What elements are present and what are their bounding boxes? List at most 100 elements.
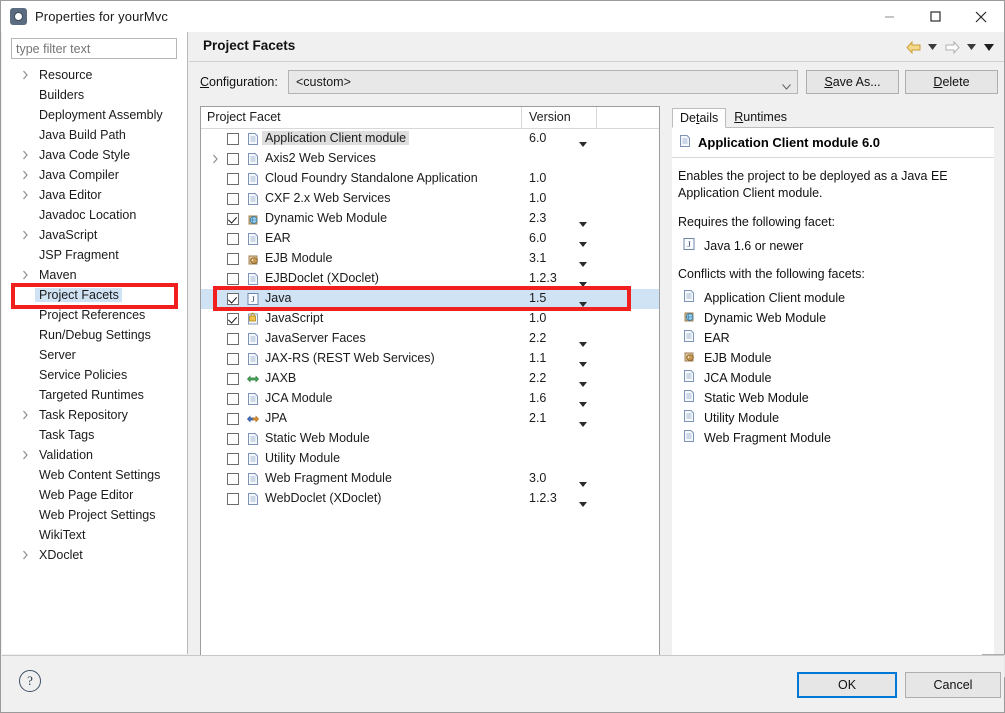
version-chevron-down-icon[interactable] — [579, 336, 587, 350]
sidebar-item-deployment-assembly[interactable]: Deployment Assembly — [2, 105, 187, 125]
facet-checkbox[interactable] — [227, 273, 239, 285]
sidebar-item-web-page-editor[interactable]: Web Page Editor — [2, 485, 187, 505]
facet-row[interactable]: JavaScript 1.0 — [201, 309, 659, 329]
facet-checkbox[interactable] — [227, 313, 239, 325]
sidebar-item-project-references[interactable]: Project References — [2, 305, 187, 325]
facet-row[interactable]: WebDoclet (XDoclet) 1.2.3 — [201, 489, 659, 509]
facet-checkbox[interactable] — [227, 153, 239, 165]
chevron-right-icon[interactable] — [209, 149, 221, 169]
forward-history-chevron-down-icon[interactable] — [964, 37, 979, 57]
facet-row[interactable]: Application Client module 6.0 — [201, 129, 659, 149]
tab-runtimes[interactable]: Runtimes — [726, 107, 796, 127]
sidebar-item-targeted-runtimes[interactable]: Targeted Runtimes — [2, 385, 187, 405]
version-chevron-down-icon[interactable] — [579, 256, 587, 270]
forward-arrow-icon[interactable] — [942, 37, 962, 57]
version-chevron-down-icon[interactable] — [579, 476, 587, 490]
facet-row[interactable]: J Java 1.5 — [201, 289, 659, 309]
sidebar-item-java-code-style[interactable]: Java Code Style — [2, 145, 187, 165]
sidebar-item-validation[interactable]: Validation — [2, 445, 187, 465]
sidebar-item-task-repository[interactable]: Task Repository — [2, 405, 187, 425]
facet-row[interactable]: Cloud Foundry Standalone Application 1.0 — [201, 169, 659, 189]
sidebar-item-service-policies[interactable]: Service Policies — [2, 365, 187, 385]
facet-row[interactable]: EJBDoclet (XDoclet) 1.2.3 — [201, 269, 659, 289]
facet-row[interactable]: Axis2 Web Services — [201, 149, 659, 169]
facet-checkbox[interactable] — [227, 493, 239, 505]
sidebar-item-jsp-fragment[interactable]: JSP Fragment — [2, 245, 187, 265]
sidebar-item-javascript[interactable]: JavaScript — [2, 225, 187, 245]
close-icon[interactable] — [958, 1, 1004, 32]
sidebar-item-server[interactable]: Server — [2, 345, 187, 365]
facet-row[interactable]: Dynamic Web Module 2.3 — [201, 209, 659, 229]
sidebar-item-project-facets[interactable]: Project Facets — [2, 285, 187, 305]
facet-table[interactable]: Project Facet Version Application Client… — [200, 106, 660, 667]
version-chevron-down-icon[interactable] — [579, 136, 587, 150]
version-chevron-down-icon[interactable] — [579, 276, 587, 290]
facet-row[interactable]: Web Fragment Module 3.0 — [201, 469, 659, 489]
column-header-version[interactable]: Version — [529, 110, 571, 124]
facet-checkbox[interactable] — [227, 353, 239, 365]
facet-row[interactable]: JCA Module 1.6 — [201, 389, 659, 409]
facet-checkbox[interactable] — [227, 433, 239, 445]
chevron-right-icon[interactable] — [19, 165, 31, 185]
sidebar-item-run-debug-settings[interactable]: Run/Debug Settings — [2, 325, 187, 345]
facet-row[interactable]: JAXB 2.2 — [201, 369, 659, 389]
chevron-right-icon[interactable] — [19, 65, 31, 85]
cancel-button[interactable]: Cancel — [905, 672, 1001, 698]
facet-row[interactable]: EJB Module 3.1 — [201, 249, 659, 269]
facet-checkbox[interactable] — [227, 213, 239, 225]
facet-row[interactable]: Utility Module — [201, 449, 659, 469]
version-chevron-down-icon[interactable] — [579, 396, 587, 410]
sidebar-item-web-project-settings[interactable]: Web Project Settings — [2, 505, 187, 525]
facet-row[interactable]: Static Web Module — [201, 429, 659, 449]
facet-checkbox[interactable] — [227, 293, 239, 305]
version-chevron-down-icon[interactable] — [579, 216, 587, 230]
save-as-button[interactable]: Save As... — [806, 70, 899, 94]
sidebar-item-java-build-path[interactable]: Java Build Path — [2, 125, 187, 145]
facet-checkbox[interactable] — [227, 393, 239, 405]
facet-row[interactable]: JAX-RS (REST Web Services) 1.1 — [201, 349, 659, 369]
column-header-project-facet[interactable]: Project Facet — [207, 110, 281, 124]
help-icon[interactable]: ? — [19, 670, 41, 692]
version-chevron-down-icon[interactable] — [579, 356, 587, 370]
back-history-chevron-down-icon[interactable] — [925, 37, 940, 57]
facet-checkbox[interactable] — [227, 173, 239, 185]
chevron-right-icon[interactable] — [19, 445, 31, 465]
sidebar-item-wikitext[interactable]: WikiText — [2, 525, 187, 545]
facet-row[interactable]: JavaServer Faces 2.2 — [201, 329, 659, 349]
ok-button[interactable]: OK — [797, 672, 897, 698]
facet-checkbox[interactable] — [227, 233, 239, 245]
minimize-icon[interactable] — [866, 1, 912, 32]
sidebar-item-web-content-settings[interactable]: Web Content Settings — [2, 465, 187, 485]
sidebar-item-xdoclet[interactable]: XDoclet — [2, 545, 187, 565]
version-chevron-down-icon[interactable] — [579, 296, 587, 310]
facet-checkbox[interactable] — [227, 193, 239, 205]
back-arrow-icon[interactable] — [903, 37, 923, 57]
sidebar-item-java-compiler[interactable]: Java Compiler — [2, 165, 187, 185]
delete-button[interactable]: Delete — [905, 70, 998, 94]
sidebar-item-resource[interactable]: Resource — [2, 65, 187, 85]
chevron-right-icon[interactable] — [19, 145, 31, 165]
facet-row[interactable]: JPA 2.1 — [201, 409, 659, 429]
maximize-icon[interactable] — [912, 1, 958, 32]
configuration-combobox[interactable]: <custom> — [288, 70, 798, 94]
chevron-right-icon[interactable] — [19, 405, 31, 425]
chevron-right-icon[interactable] — [19, 265, 31, 285]
sidebar-item-maven[interactable]: Maven — [2, 265, 187, 285]
sidebar-item-javadoc-location[interactable]: Javadoc Location — [2, 205, 187, 225]
chevron-right-icon[interactable] — [19, 545, 31, 565]
facet-checkbox[interactable] — [227, 453, 239, 465]
filter-input[interactable] — [11, 38, 177, 59]
sidebar-item-task-tags[interactable]: Task Tags — [2, 425, 187, 445]
version-chevron-down-icon[interactable] — [579, 496, 587, 510]
chevron-right-icon[interactable] — [19, 185, 31, 205]
facet-checkbox[interactable] — [227, 333, 239, 345]
sidebar-item-builders[interactable]: Builders — [2, 85, 187, 105]
facet-checkbox[interactable] — [227, 253, 239, 265]
facet-checkbox[interactable] — [227, 133, 239, 145]
view-menu-chevron-down-icon[interactable] — [981, 37, 996, 57]
version-chevron-down-icon[interactable] — [579, 416, 587, 430]
facet-checkbox[interactable] — [227, 473, 239, 485]
version-chevron-down-icon[interactable] — [579, 376, 587, 390]
facet-checkbox[interactable] — [227, 413, 239, 425]
facet-row[interactable]: CXF 2.x Web Services 1.0 — [201, 189, 659, 209]
